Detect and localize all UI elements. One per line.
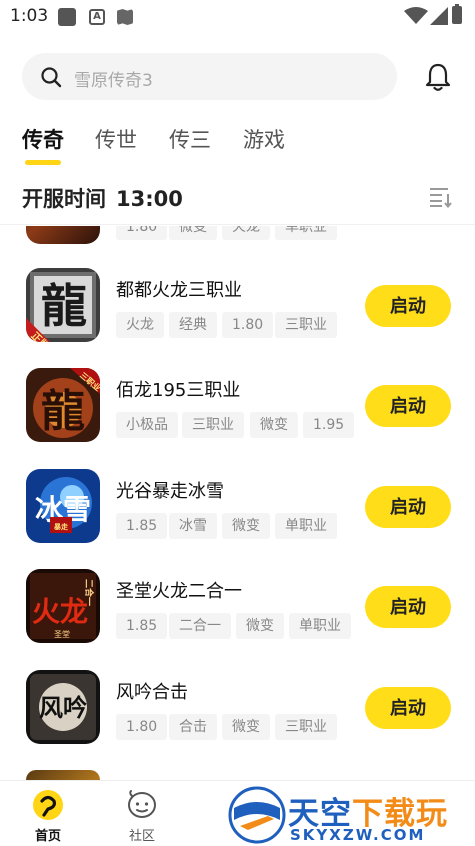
tab-chuanshi[interactable]: 传世 — [95, 124, 137, 154]
tab-youxi[interactable]: 游戏 — [243, 124, 285, 154]
tabbar-item-home[interactable]: 首页 — [18, 789, 78, 844]
sort-list-icon[interactable] — [428, 186, 452, 208]
site-watermark: 天空下载玩 SKYXZW.COM — [228, 786, 475, 846]
game-name: 都都火龙三职业 — [116, 280, 242, 301]
category-tabs: 传奇 传世 传三 游戏 — [0, 124, 475, 165]
game-tag: 1.95 — [303, 412, 355, 438]
game-tag: 小极品 — [116, 412, 178, 438]
game-tag: 1.85 — [116, 513, 168, 539]
game-name: 风吟合击 — [116, 682, 188, 703]
game-tag: 单职业 — [275, 226, 337, 240]
game-tag: 三职业 — [275, 312, 337, 338]
search-bar[interactable]: 雪原传奇3 — [22, 53, 397, 100]
game-icon-wind: 风吟 — [26, 670, 100, 744]
game-tag: 火龙 — [222, 226, 270, 240]
game-tag: 三职业 — [275, 714, 337, 740]
game-tag: 微变 — [250, 412, 298, 438]
game-list-item[interactable]: 龍 正版 都都火龙三职业 火龙 经典 1.80 三职业 启动 — [0, 268, 475, 368]
map-icon — [117, 9, 133, 25]
game-tag: 1.80 — [222, 312, 274, 338]
bell-icon[interactable] — [424, 62, 452, 92]
a-app-icon: A — [89, 9, 105, 25]
game-tag: 微变 — [169, 226, 217, 240]
header-divider — [0, 224, 475, 225]
game-list-item[interactable]: 风吟 风吟合击 1.80 合击 微变 三职业 启动 — [0, 670, 475, 770]
server-time-label: 开服时间 — [22, 187, 106, 211]
game-list-item[interactable]: 冰雪 暴走 光谷暴走冰雪 1.85 冰雪 微变 单职业 启动 — [0, 469, 475, 569]
tab-chuansan[interactable]: 传三 — [169, 124, 211, 154]
game-name: 佰龙195三职业 — [116, 380, 241, 401]
svg-text:火龙: 火龙 — [32, 595, 88, 628]
svg-text:圣堂: 圣堂 — [54, 629, 70, 639]
launch-button[interactable]: 启动 — [365, 486, 451, 528]
tabbar-label: 首页 — [34, 829, 61, 844]
tabbar-item-community[interactable]: 社区 — [112, 789, 172, 844]
tabbar-label: 社区 — [128, 829, 155, 844]
game-tag: 微变 — [236, 613, 284, 639]
svg-text:二合一: 二合一 — [83, 579, 95, 606]
game-tag: 火龙 — [116, 312, 164, 338]
app-notification-icon — [58, 8, 76, 26]
svg-text:风吟: 风吟 — [39, 693, 87, 722]
launch-button[interactable]: 启动 — [365, 687, 451, 729]
svg-text:龍: 龍 — [41, 386, 85, 437]
active-tab-indicator — [25, 160, 61, 165]
signal-icon — [430, 7, 448, 25]
game-tag: 微变 — [222, 513, 270, 539]
status-bar: 1:03 A — [0, 0, 475, 34]
game-icon-ice: 冰雪 暴走 — [26, 469, 100, 543]
launch-button[interactable]: 启动 — [365, 586, 451, 628]
game-tag: 1.80 — [116, 226, 168, 240]
launch-button[interactable]: 启动 — [365, 285, 451, 327]
server-time-value: 13:00 — [116, 187, 183, 211]
game-tag: 1.85 — [116, 613, 168, 639]
game-icon-fire-dragon: 火龙 二合一 圣堂 — [26, 569, 100, 643]
game-list-item[interactable]: 火龙 二合一 圣堂 圣堂火龙二合一 1.85 二合一 微变 单职业 启动 — [0, 569, 475, 669]
svg-text:龍: 龍 — [41, 279, 87, 333]
game-tag: 单职业 — [275, 513, 337, 539]
list-item-partial[interactable]: 1.80 微变 火龙 单职业 — [0, 226, 475, 244]
game-list-item[interactable]: 龍 三职业 佰龙195三职业 小极品 三职业 微变 1.95 启动 — [0, 368, 475, 468]
svg-text:暴走: 暴走 — [53, 522, 69, 531]
game-tag: 合击 — [169, 714, 217, 740]
watermark-subtitle: SKYXZW.COM — [290, 826, 426, 844]
game-name: 光谷暴走冰雪 — [116, 481, 224, 502]
home-logo-icon — [33, 790, 63, 820]
launch-button[interactable]: 启动 — [365, 385, 451, 427]
game-tag: 三职业 — [182, 412, 244, 438]
game-icon-dragon-fire: 龍 三职业 — [26, 368, 100, 442]
game-tag: 1.80 — [116, 714, 168, 740]
game-icon-dragon: 龍 正版 — [26, 268, 100, 342]
status-time: 1:03 — [10, 6, 49, 26]
wifi-icon — [404, 7, 428, 24]
game-tag: 冰雪 — [169, 513, 217, 539]
game-icon — [26, 226, 100, 244]
search-icon — [41, 67, 62, 88]
game-name: 圣堂火龙二合一 — [116, 581, 242, 602]
search-placeholder[interactable]: 雪原传奇3 — [74, 66, 153, 91]
game-icon-partial — [26, 770, 100, 780]
game-tag: 二合一 — [169, 613, 231, 639]
game-tag: 微变 — [222, 714, 270, 740]
globe-plane-logo-icon — [228, 786, 286, 844]
battery-icon — [452, 4, 462, 24]
game-tag: 单职业 — [289, 613, 351, 639]
server-time-header: 开服时间 13:00 — [22, 183, 183, 213]
game-tag: 经典 — [169, 312, 217, 338]
community-icon — [128, 790, 156, 818]
tab-chuanqi[interactable]: 传奇 — [22, 124, 64, 154]
